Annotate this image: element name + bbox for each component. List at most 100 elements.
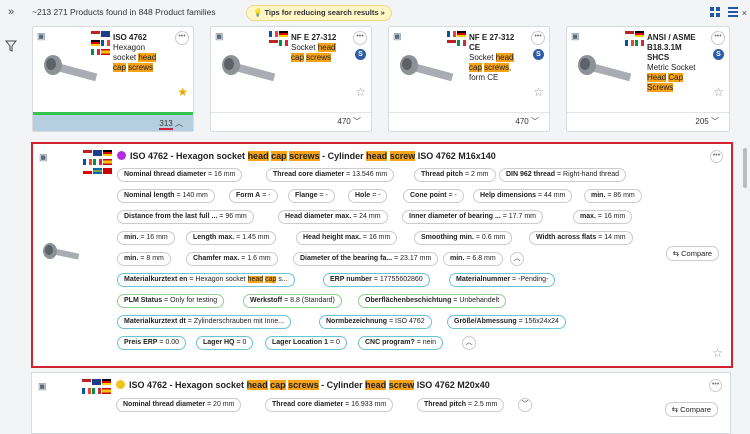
attribute-pill[interactable]: CNC program? = nein [358,336,443,350]
product-row-selected[interactable]: ▣ ISO 4762 - Hexagon socket head cap scr… [31,142,733,368]
attribute-pill[interactable]: Width across flats = 14 mm [529,231,633,245]
attribute-pill[interactable]: Normbezeichnung = ISO 4762 [319,315,432,329]
attribute-pill[interactable]: Nominal thread diameter = 20 mm [116,398,242,412]
cube-icon: ▣ [38,381,47,391]
card-title: NF E 27-312 [469,33,515,42]
attribute-pill[interactable]: Werkstoff = 8.8 (Standard) [243,294,342,308]
attribute-pill[interactable]: Head diameter max. = 24 mm [278,210,388,224]
card-footer[interactable]: 313 ︿ [33,112,193,131]
attribute-pill[interactable]: max. = 16 mm [573,210,633,224]
compare-button[interactable]: ⇆ Compare [665,246,719,261]
attribute-pill[interactable]: Help dimensions = 44 mm [473,189,573,203]
row-title[interactable]: ISO 4762 - Hexagon socket head cap screw… [117,151,496,161]
more-icon[interactable]: ••• [531,31,545,45]
star-icon[interactable]: ★ [177,85,188,99]
star-icon[interactable]: ☆ [713,85,724,99]
attribute-pill[interactable]: Materialkurztext en = Hexagon socket hea… [117,273,295,287]
collapse-icon[interactable]: × [742,8,747,18]
product-card[interactable]: ▣ NF E 27-312 Socket head cap screws •••… [210,26,372,132]
attribute-pill[interactable]: Chamfer max. = 1.6 mm [186,252,278,266]
card-footer[interactable]: 470 ﹀ [211,112,371,131]
card-footer[interactable]: 205 ﹀ [567,112,729,131]
left-toolbar: » [0,0,22,414]
scrollbar[interactable] [742,142,748,408]
attribute-pill[interactable]: Lager Location 1 = 0 [265,336,347,350]
variant-count: 470 [337,117,351,126]
grid-view-icon[interactable] [709,7,720,17]
attribute-pill[interactable]: Thread core diameter = 16.933 mm [265,398,394,412]
more-icon[interactable]: ••• [353,31,367,45]
language-flags [82,379,112,397]
more-icon[interactable]: ••• [711,31,725,45]
attribute-pill[interactable]: Materialkurztext dt = Zylinderschrauben … [117,315,292,329]
attribute-pill[interactable]: ERP number = 17755602860 [323,273,430,287]
language-flags [269,31,289,49]
filter-icon[interactable] [4,40,18,52]
attribute-pill[interactable]: Materialnummer = -Pending- [449,273,556,287]
tips-chevron-icon: » [380,8,385,17]
source-badge-icon: S [533,49,544,60]
attribute-pill[interactable]: Thread pitch = 2.5 mm [417,398,505,412]
chevron-down-icon[interactable]: ﹀ [711,117,719,126]
result-count: ~213 271 Products found in 848 Product f… [32,7,216,17]
chevron-down-icon[interactable]: ﹀ [531,117,539,126]
attribute-pill[interactable]: Smoothing min. = 0.6 mm [414,231,513,245]
attribute-pill[interactable]: min. = 6.8 mm [443,252,503,266]
expand-icon[interactable]: » [5,6,17,18]
tips-button[interactable]: 💡 Tips for reducing search results » [246,5,392,21]
attribute-pill[interactable]: Inner diameter of bearing ... = 17.7 mm [402,210,544,224]
attribute-pill[interactable]: Diameter of the bearing fa... = 23.17 mm [293,252,439,266]
product-card[interactable]: ▣ ISO 4762 Hexagon socket head cap screw… [32,26,194,132]
attribute-pill[interactable]: Preis ERP = 0.00 [117,336,187,350]
attribute-pill[interactable]: Nominal thread diameter = 16 mm [117,168,243,182]
source-badge-icon: S [713,49,724,60]
attribute-pill[interactable]: Length max. = 1.45 mm [186,231,277,245]
attribute-pill[interactable]: Flange = - [288,189,335,203]
screw-thumbnail [44,55,98,82]
attribute-pill[interactable]: PLM Status = Only for testing [117,294,225,308]
attribute-pill[interactable]: Cone point = - [403,189,464,203]
variant-count: 313 [159,119,173,130]
more-icon[interactable]: ••• [709,379,722,392]
language-flags [625,31,645,49]
status-dot [116,380,125,389]
more-icon[interactable]: ••• [175,31,189,45]
attribute-pill[interactable]: Oberflächenbeschichtung = Unbehandelt [358,294,507,308]
list-view-icon[interactable] [728,7,738,17]
attribute-pill[interactable]: Hole = - [348,189,388,203]
cube-icon: ▣ [37,31,46,41]
attribute-pill[interactable]: Thread core diameter = 13.546 mm [266,168,395,182]
more-icon[interactable]: ••• [710,150,723,163]
attribute-pill[interactable]: DIN 962 thread = Right-hand thread [499,168,627,182]
row-title[interactable]: ISO 4762 - Hexagon socket head cap screw… [116,380,490,390]
product-card[interactable]: ▣ ANSI / ASME B18.3.1M SHCS Metric Socke… [566,26,730,132]
attribute-pill[interactable]: min. = 16 mm [117,231,175,245]
cube-icon: ▣ [215,31,224,41]
lightbulb-icon: 💡 [253,8,263,17]
chevron-up-icon[interactable]: ︿ [462,336,476,350]
attribute-pill[interactable]: min. = 8 mm [117,252,171,266]
star-icon[interactable]: ☆ [533,85,544,99]
product-row[interactable]: ▣ ISO 4762 - Hexagon socket head cap scr… [31,372,731,434]
attribute-pill[interactable]: Head height max. = 16 mm [296,231,398,245]
attribute-pill[interactable]: Form A = - [229,189,278,203]
chevron-down-icon[interactable]: ﹀ [353,117,361,126]
compare-icon: ⇆ [671,405,679,414]
attribute-pill[interactable]: min. = 86 mm [584,189,642,203]
attribute-pill[interactable]: Distance from the last full ... = 96 mm [117,210,254,224]
chevron-up-icon[interactable]: ︿ [510,252,524,266]
attribute-pill[interactable]: Größe/Abmessung = 156x24x24 [447,315,566,329]
attribute-pill[interactable]: Nominal length = 140 mm [117,189,215,203]
card-title: ISO 4762 [113,33,147,42]
star-icon[interactable]: ☆ [712,346,723,360]
compare-button[interactable]: ⇆ Compare [664,402,718,417]
product-card[interactable]: ▣ NF E 27-312 CE Socket head cap screws,… [388,26,550,132]
chevron-down-icon[interactable]: ﹀ [518,398,532,412]
collapse-icon[interactable]: ︿ [175,119,183,128]
scrollbar-thumb[interactable] [743,148,747,188]
status-dot [117,151,126,160]
card-footer[interactable]: 470 ﹀ [389,112,549,131]
star-icon[interactable]: ☆ [355,85,366,99]
attribute-pill[interactable]: Thread pitch = 2 mm [414,168,496,182]
attribute-pill[interactable]: Lager HQ = 0 [196,336,254,350]
